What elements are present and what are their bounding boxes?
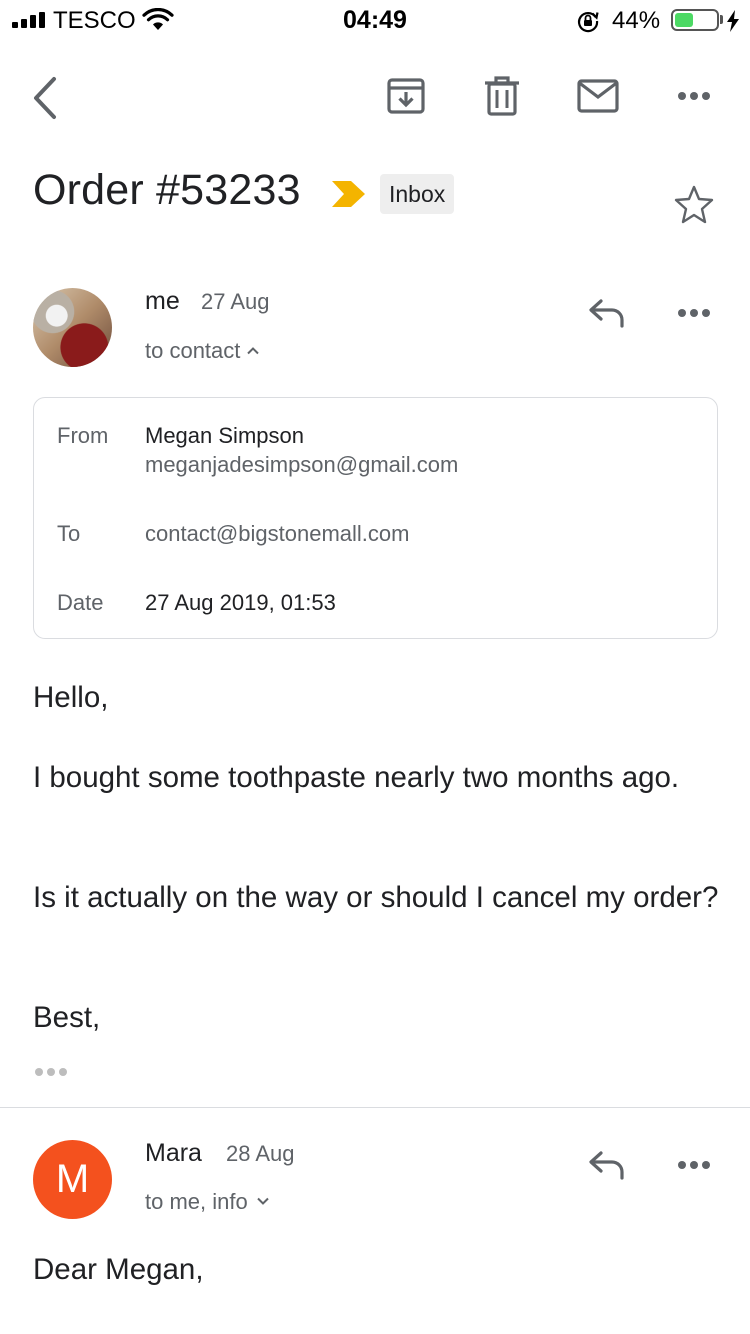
sender-avatar[interactable] [33,288,112,367]
body-paragraph: Dear Megan, [33,1253,204,1286]
message-more-button[interactable] [670,1142,718,1188]
archive-button[interactable] [380,70,432,122]
delete-icon [485,76,519,116]
sender-name: Mara [145,1139,202,1167]
charging-bolt-icon [726,10,740,37]
status-bar: TESCO 04:49 44% [0,0,750,40]
sender-name: me [145,287,180,315]
more-options-icon [678,309,710,317]
recipients-toggle[interactable]: to contact [145,335,260,364]
inbox-label[interactable]: Inbox [380,174,455,214]
from-name: Megan Simpson [145,423,304,448]
archive-icon [387,78,425,114]
recipients-toggle[interactable]: to me, info [145,1186,270,1215]
more-options-icon [678,92,710,100]
chevron-up-icon [246,335,260,361]
chevron-down-icon [256,1186,270,1212]
body-paragraph: I bought some toothpaste nearly two mont… [33,761,680,794]
to-email[interactable]: contact@bigstonemall.com [145,521,409,547]
body-paragraph: Best, [33,1001,101,1034]
message-date: 28 Aug [226,1141,295,1166]
more-options-button[interactable] [668,70,720,122]
from-email[interactable]: meganjadesimpson@gmail.com [145,452,458,478]
body-paragraph: Is it actually on the way or should I ca… [33,881,719,914]
date-value: 27 Aug 2019, 01:53 [145,590,336,615]
rotation-lock-icon [576,9,600,38]
mark-unread-icon [577,79,619,113]
message-date: 27 Aug [201,289,270,314]
from-label: From [57,423,109,448]
battery-level-fill [675,13,693,27]
more-options-icon [678,1161,710,1169]
body-paragraph: Hello, [33,681,109,714]
to-label: To [57,521,81,546]
sender-avatar[interactable]: M [33,1140,112,1219]
battery-percent: 44% [612,7,661,34]
back-button[interactable] [22,70,68,126]
star-icon [674,185,714,224]
message-divider [0,1107,750,1108]
thread-subject: Order #53233 [33,166,301,214]
recipients-text: to me, info [145,1189,248,1214]
reply-icon [589,299,624,328]
date-label: Date [57,590,104,615]
importance-marker-icon [330,180,366,213]
battery-icon [671,9,719,31]
reply-button[interactable] [584,1142,630,1188]
delete-button[interactable] [476,70,528,122]
star-button[interactable] [670,180,718,228]
battery-cap [720,15,723,24]
message-details-card: From Megan Simpson meganjadesimpson@gmai… [33,397,718,639]
reply-button[interactable] [584,290,630,336]
back-arrow-icon [34,77,56,119]
reply-icon [589,1151,624,1180]
message-more-button[interactable] [670,290,718,336]
mark-unread-button[interactable] [572,70,624,122]
recipients-text: to contact [145,338,241,363]
show-trimmed-content-button[interactable] [33,1060,69,1080]
